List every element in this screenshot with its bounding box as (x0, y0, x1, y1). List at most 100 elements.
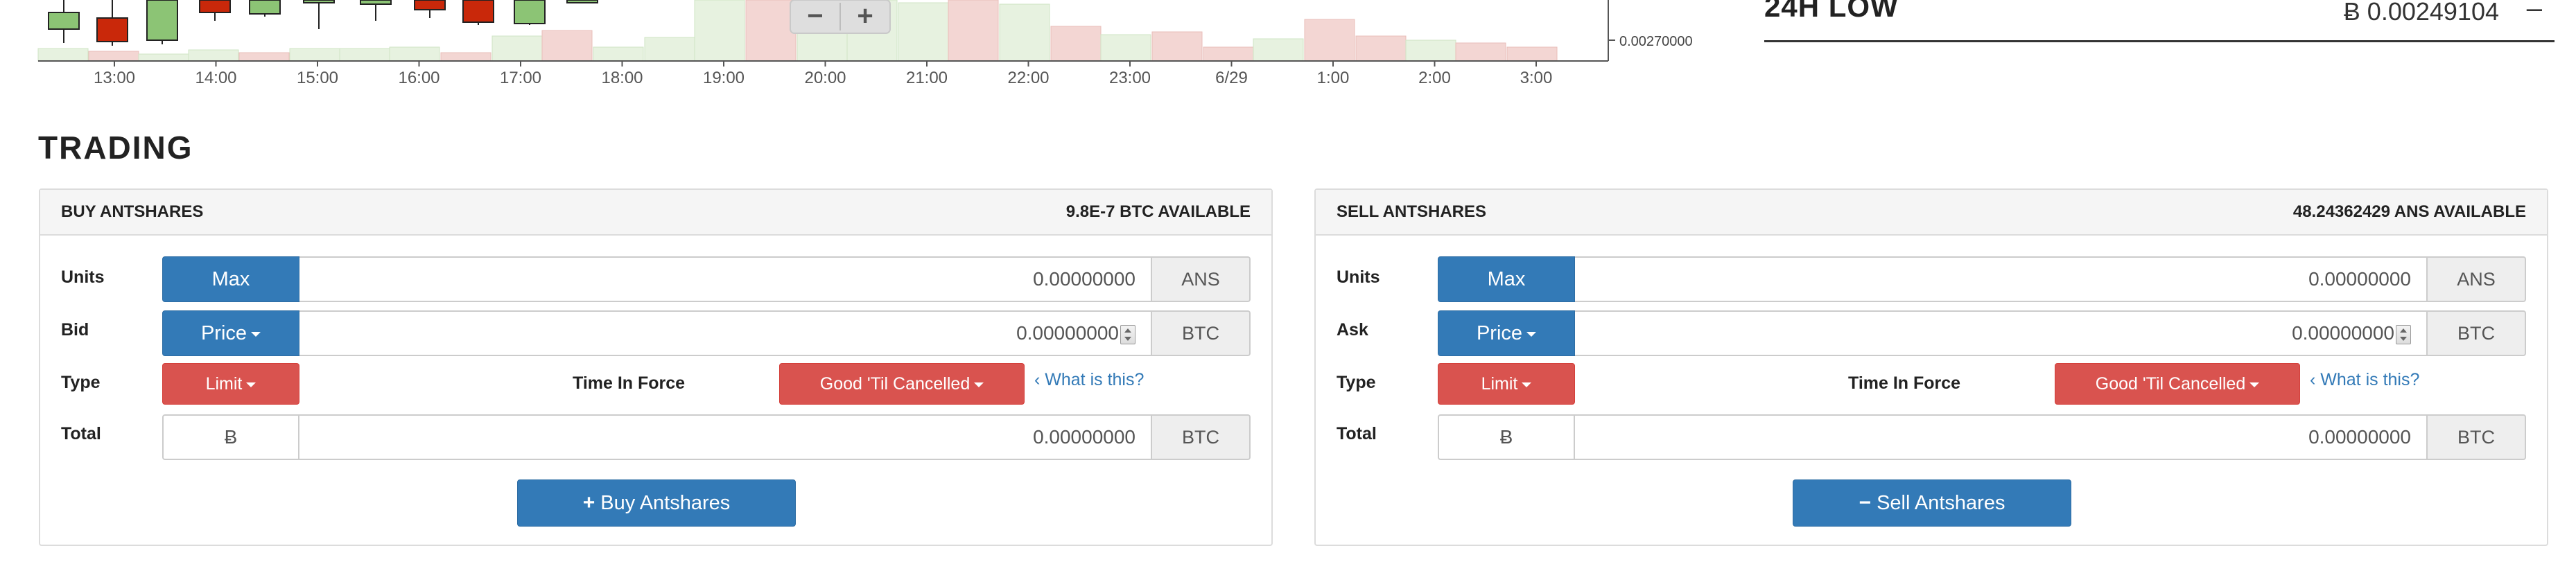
candle-body (48, 12, 80, 30)
buy-panel-title: BUY ANTSHARES (61, 202, 204, 221)
candle-body (249, 0, 281, 15)
volume-bar (389, 46, 440, 62)
sell-what-is-this-label: What is this? (2320, 370, 2420, 389)
sell-available-balance: 48.24362429 ANS AVAILABLE (2292, 202, 2526, 221)
buy-what-is-this-link[interactable]: ‹ What is this? (1034, 370, 1144, 390)
buy-type-dropdown-label: Limit (205, 374, 243, 394)
sell-price-input[interactable]: 0.00000000 (1575, 310, 2428, 356)
x-axis-tick-label: 2:00 (1418, 69, 1451, 87)
volume-bar (88, 51, 139, 62)
chevron-left-icon: ‹ (2310, 370, 2321, 389)
sell-units-input[interactable]: 0.00000000 (1575, 256, 2428, 302)
price-chart-svg: − + 0.00270000 13:00 14:00 15:00 16:00 17:00… (37, 0, 1693, 87)
spinner-icon[interactable] (1120, 324, 1135, 344)
sell-total-currency: BTC (2428, 414, 2526, 460)
x-axis-tick-label: 3:00 (1520, 69, 1553, 87)
sell-price-dropdown-label: Price (1476, 322, 1523, 344)
sell-type-dropdown-label: Limit (1481, 374, 1518, 394)
buy-price-value: 0.00000000 (1016, 322, 1119, 344)
volume-bar (1203, 46, 1254, 62)
x-axis-tick-label: 23:00 (1109, 69, 1151, 87)
bitcoin-icon: Ƀ (162, 414, 299, 460)
sell-time-in-force-dropdown[interactable]: Good 'Til Cancelled (2055, 363, 2300, 405)
exchange-page: − + 0.00270000 13:00 14:00 15:00 16:00 17:00… (0, 0, 2576, 564)
volume-bar (1151, 31, 1203, 62)
buy-total-currency: BTC (1152, 414, 1251, 460)
buy-bid-label: Bid (61, 320, 89, 340)
buy-submit-button[interactable]: + Buy Antshares (517, 479, 796, 527)
buy-max-button[interactable]: Max (162, 256, 299, 302)
sell-total-label: Total (1337, 424, 1377, 443)
zoom-in-button[interactable]: + (857, 1, 873, 31)
x-axis-ticks: 13:00 14:00 15:00 16:00 17:00 18:00 19:00 20:00… (94, 61, 1552, 87)
buy-price-input[interactable]: 0.00000000 (299, 310, 1152, 356)
stat-24h-low-value: Ƀ 0.00249104 (2343, 0, 2499, 26)
buy-total-input[interactable]: 0.00000000 (299, 414, 1152, 460)
volume-bar (37, 48, 89, 62)
spinner-icon[interactable] (2396, 324, 2411, 344)
minus-icon: − (1859, 491, 1872, 514)
sell-panel: SELL ANTSHARES 48.24362429 ANS AVAILABLE… (1314, 188, 2548, 546)
volume-bar (1050, 26, 1102, 62)
sell-price-dropdown[interactable]: Price (1438, 310, 1575, 356)
x-axis-tick-label: 16:00 (398, 69, 440, 87)
buy-units-currency: ANS (1152, 256, 1251, 302)
volume-bar (898, 2, 949, 62)
buy-type-label: Type (61, 373, 101, 392)
collapse-toggle-icon[interactable]: – (2527, 0, 2542, 24)
buy-total-label: Total (61, 424, 101, 443)
buy-price-dropdown-label: Price (200, 322, 247, 344)
sell-total-input[interactable]: 0.00000000 (1575, 414, 2428, 460)
y-axis-price-label: 0.00270000 (1619, 34, 1693, 49)
buy-time-in-force-label: Time In Force (573, 373, 686, 393)
sell-submit-label: Sell Antshares (1877, 492, 2005, 514)
sell-type-dropdown[interactable]: Limit (1438, 363, 1575, 405)
candle-body (514, 0, 546, 24)
buy-what-is-this-label: What is this? (1045, 370, 1145, 389)
buy-units-input[interactable]: 0.00000000 (299, 256, 1152, 302)
buy-panel-header: BUY ANTSHARES 9.8E-7 BTC AVAILABLE (40, 190, 1271, 236)
buy-panel: BUY ANTSHARES 9.8E-7 BTC AVAILABLE Units… (39, 188, 1273, 546)
volume-bar (1506, 46, 1558, 62)
x-axis-tick-label: 19:00 (703, 69, 745, 87)
sell-submit-button[interactable]: − Sell Antshares (1793, 479, 2071, 527)
volume-bar (138, 53, 189, 62)
x-axis-tick-label: 18:00 (601, 69, 643, 87)
candle-body (566, 0, 598, 3)
price-chart[interactable]: − + 0.00270000 13:00 14:00 15:00 16:00 17:00… (0, 0, 1719, 97)
buy-units-label: Units (61, 267, 105, 287)
x-axis-tick-label: 6/29 (1215, 69, 1248, 87)
buy-type-dropdown[interactable]: Limit (162, 363, 299, 405)
zoom-out-button[interactable]: − (807, 1, 823, 31)
buy-available-balance: 9.8E-7 BTC AVAILABLE (1065, 202, 1251, 221)
caret-down-icon (2249, 382, 2260, 387)
bitcoin-icon: Ƀ (1438, 414, 1575, 460)
caret-down-icon (974, 382, 984, 387)
sell-time-in-force-dropdown-label: Good 'Til Cancelled (2095, 374, 2246, 394)
buy-price-dropdown[interactable]: Price (162, 310, 299, 356)
candle-body (462, 0, 494, 23)
sell-units-label: Units (1337, 267, 1380, 287)
sell-what-is-this-link[interactable]: ‹ What is this? (2310, 370, 2419, 390)
volume-bar (1455, 42, 1506, 62)
chevron-left-icon: ‹ (1034, 370, 1045, 389)
sell-units-currency: ANS (2428, 256, 2526, 302)
sell-max-button[interactable]: Max (1438, 256, 1575, 302)
sell-panel-title: SELL ANTSHARES (1337, 202, 1487, 221)
sell-time-in-force-label: Time In Force (1848, 373, 1961, 393)
caret-down-icon (251, 331, 261, 337)
sell-price-value: 0.00000000 (2292, 322, 2394, 344)
volume-bar (440, 52, 491, 62)
sell-price-currency: BTC (2428, 310, 2526, 356)
candle-body (146, 0, 178, 41)
volume-bar (1355, 35, 1407, 62)
x-axis-tick-label: 15:00 (297, 69, 338, 87)
buy-time-in-force-dropdown[interactable]: Good 'Til Cancelled (779, 363, 1025, 405)
stat-24h-low: 24H LOW Ƀ 0.00249104 – (1764, 0, 2555, 42)
trading-heading: TRADING (38, 130, 193, 166)
x-axis-tick-label: 22:00 (1007, 69, 1049, 87)
volume-bar (593, 46, 644, 62)
buy-price-currency: BTC (1152, 310, 1251, 356)
volume-bar (1100, 34, 1151, 62)
candle-body (360, 0, 392, 5)
